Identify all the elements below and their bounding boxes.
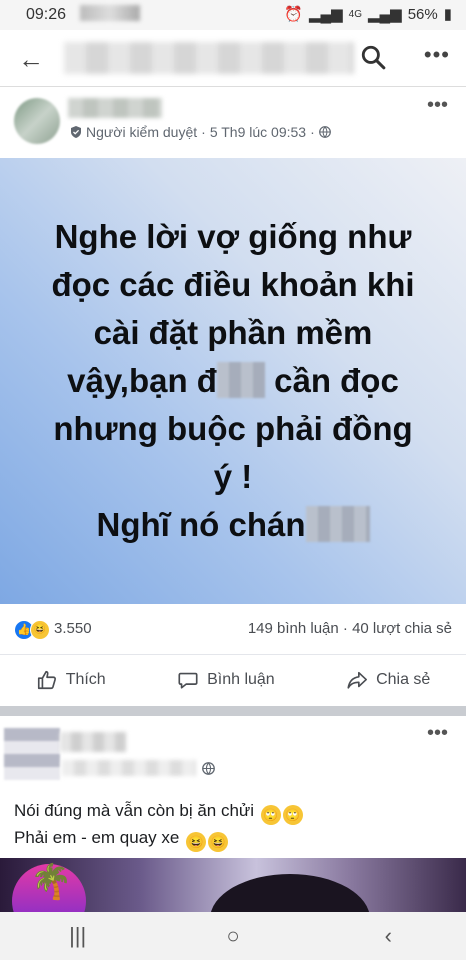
poster-line: ý ! [213,458,253,495]
post-body: Nói đúng mà vẫn còn bị ăn chửi 🙄 🙄 Phải e… [14,798,303,852]
back-icon[interactable]: ‹ [358,923,418,949]
alarm-icon: ⏰ [284,6,303,23]
poster-line-part: vậy,bạn đ [67,362,217,399]
moderator-label: Người kiểm duyệt [86,124,198,140]
author-name-blurred[interactable] [68,98,162,118]
censored-block [305,506,370,542]
avatar[interactable] [4,728,60,780]
clock: 09:26 [26,6,67,23]
censored-block [216,362,265,398]
like-label: Thích [65,671,106,688]
person-silhouette [210,874,370,912]
thumbs-up-icon [37,670,56,690]
globe-icon [202,762,215,775]
post-text-line: Nói đúng mà vẫn còn bị ăn chửi 🙄 🙄 [14,798,303,825]
comment-button[interactable]: Bình luận [177,669,275,691]
comment-label: Bình luận [207,671,275,688]
avatar[interactable] [14,98,60,144]
share-button[interactable]: Chia sẻ [346,669,430,691]
post-header: ••• [0,716,466,786]
post-options-icon[interactable]: ••• [427,94,448,117]
notification-icons-blurred [80,5,140,21]
signal-icon-2: ▂▄▆ [368,6,402,23]
poster-line: Nghĩ nó chán [18,501,448,549]
post-actions: Thích Bình luận Chia sẻ [0,655,466,705]
separator: · [201,124,206,140]
post-options-icon[interactable]: ••• [427,722,448,745]
moderator-shield-icon [71,126,81,138]
poster-line: nhưng buộc phải đồng [53,410,413,447]
poster-line: đọc các điều khoản khi [51,266,415,303]
video-thumbnail[interactable]: 🌴 [0,858,466,912]
more-options-icon[interactable]: ••• [424,42,450,68]
home-icon[interactable]: ○ [203,923,263,949]
post-image[interactable]: Nghe lời vợ giống như đọc các điều khoản… [0,158,466,604]
post-meta: Người kiểm duyệt · 5 Th9 lúc 09:53 · [70,124,331,140]
post-text: Phải em - em quay xe [14,828,180,847]
post-header: Người kiểm duyệt · 5 Th9 lúc 09:53 · ••• [0,88,466,158]
comment-bubble-icon [178,672,198,689]
author-name-blurred[interactable] [60,732,126,752]
comments-shares-count[interactable]: 149 bình luận · 40 lượt chia sẻ [248,620,452,637]
eye-roll-emoji-icon: 🙄 [260,805,281,825]
share-label: Chia sẻ [376,671,431,688]
like-button[interactable]: Thích [36,669,106,691]
poster-line: vậy,bạn đ cần đọc [18,357,448,405]
poster-line: cài đặt phần mềm [93,314,373,351]
globe-icon [318,126,331,138]
signal-icon: ▂▄▆ [308,6,343,23]
top-app-bar: ← ••• [0,30,466,87]
post-timestamp[interactable]: 5 Th9 lúc 09:53 [210,124,306,140]
haha-reaction-icon: 😆 [30,620,50,640]
laughing-emoji-icon: 😆 [208,832,229,852]
status-icons: ⏰ ▂▄▆ 4G ▂▄▆ 56% ▮ [284,5,452,24]
post-text: Nói đúng mà vẫn còn bị ăn chửi [14,801,255,820]
status-bar: 09:26 ⏰ ▂▄▆ 4G ▂▄▆ 56% ▮ [0,0,466,30]
eye-roll-emoji-icon: 🙄 [282,805,303,825]
battery-icon: ▮ [443,6,452,23]
network-label: 4G [348,8,362,20]
recents-icon[interactable]: ||| [48,923,108,949]
feed-divider [0,706,466,716]
reaction-icons[interactable]: 👍 😆 [14,620,50,640]
poster-text: Nghe lời vợ giống như đọc các điều khoản… [18,213,448,549]
poster-line: Nghe lời vợ giống như [54,218,412,255]
separator: · [310,124,315,140]
reaction-count[interactable]: 3.550 [54,620,92,637]
share-arrow-icon [347,671,368,689]
search-icon[interactable] [360,44,386,70]
laughing-emoji-icon: 😆 [186,832,207,852]
back-arrow-icon[interactable]: ← [18,44,44,75]
post-meta-blurred [62,760,196,776]
group-title-blurred [64,42,354,74]
post-stats: 👍 😆 3.550 149 bình luận · 40 lượt chia s… [0,604,466,655]
poster-line-part: cần đọc [264,362,399,399]
post-text-line: Phải em - em quay xe 😆 😆 [14,825,303,852]
palm-tree-icon: 🌴 [30,863,73,901]
poster-line-part: Nghĩ nó chán [96,506,306,543]
system-navigation-bar: ||| ○ ‹ [0,912,466,960]
battery-label: 56% [407,5,438,23]
